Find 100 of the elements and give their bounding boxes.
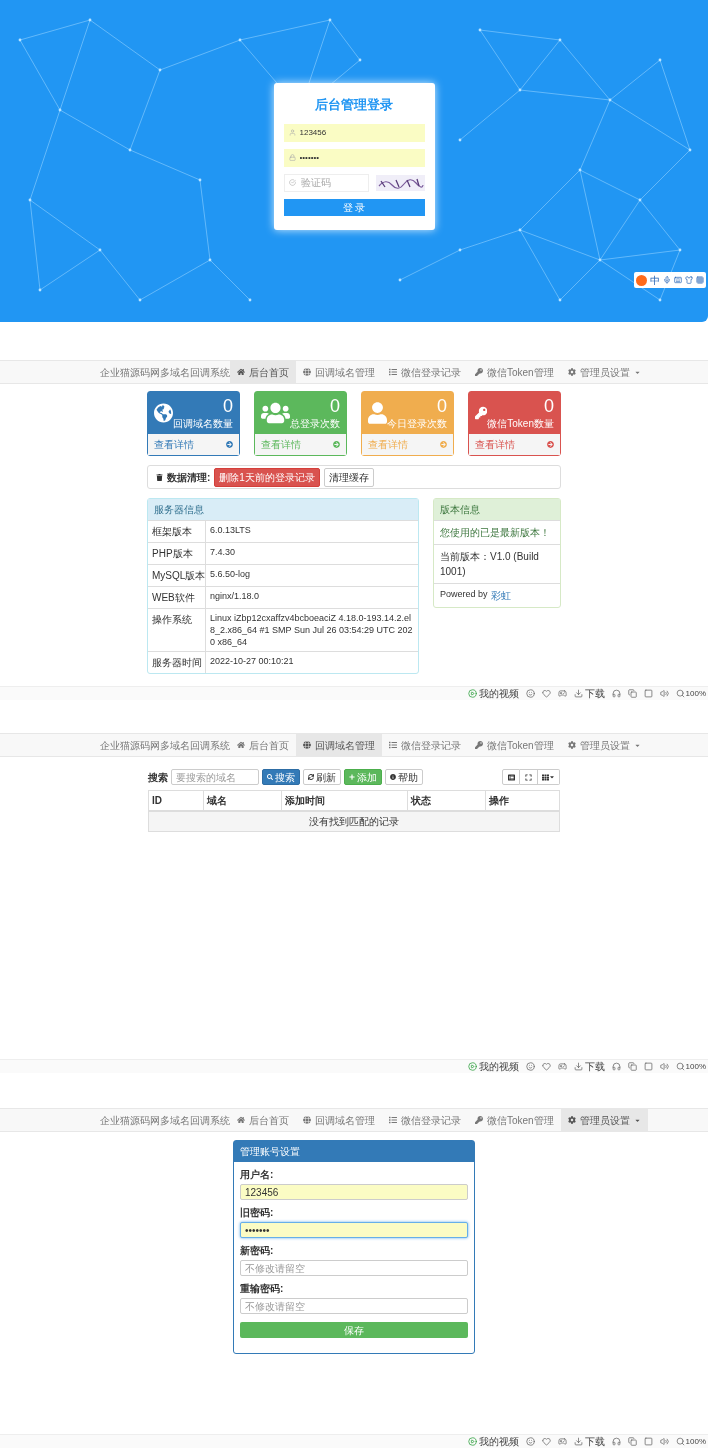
password-field[interactable]: ••••••• xyxy=(283,148,425,167)
zoom-level[interactable]: 100% xyxy=(685,1060,706,1073)
nav-tab[interactable]: 管理员设置 xyxy=(560,361,648,383)
nav-tab[interactable]: 微信登录记录 xyxy=(382,734,468,756)
brand-title[interactable]: 企业猫源码网多域名回调系统 xyxy=(0,1112,230,1128)
my-videos-link[interactable]: 我的视频 xyxy=(478,686,519,701)
face-icon[interactable] xyxy=(525,1062,535,1071)
grid-icon[interactable] xyxy=(696,276,704,284)
check-circle-icon xyxy=(288,178,296,186)
face-icon[interactable] xyxy=(525,1437,535,1446)
toolbar-button[interactable]: 搜索 xyxy=(262,769,300,785)
cleanup-button[interactable]: 删除1天前的登录记录 xyxy=(214,467,320,487)
nav-tab[interactable]: 管理员设置 xyxy=(560,734,648,756)
download-icon[interactable] xyxy=(573,1062,583,1071)
nav-tab[interactable]: 微信登录记录 xyxy=(382,1109,468,1131)
download-icon[interactable] xyxy=(573,689,583,698)
download-icon[interactable] xyxy=(573,1437,583,1446)
stat-count: 0 xyxy=(544,395,554,416)
nav-tab[interactable]: 微信Token管理 xyxy=(468,1109,561,1131)
card-view-button[interactable] xyxy=(502,769,520,785)
nav-tab[interactable]: 微信登录记录 xyxy=(382,361,468,383)
field-label: 旧密码: xyxy=(240,1206,275,1220)
cleanup-button[interactable]: 清理缓存 xyxy=(323,467,374,487)
gamepad-icon[interactable] xyxy=(557,689,567,698)
play-icon[interactable] xyxy=(467,1437,477,1446)
speaker-icon[interactable] xyxy=(659,1062,669,1071)
copy-icon[interactable] xyxy=(627,1062,637,1071)
face-icon[interactable] xyxy=(525,689,535,698)
nav-tab[interactable]: 回调域名管理 xyxy=(296,361,382,383)
nav-tab[interactable]: 微信Token管理 xyxy=(468,361,561,383)
my-videos-link[interactable]: 我的视频 xyxy=(478,1434,519,1449)
speaker-icon[interactable] xyxy=(659,1437,669,1446)
speaker-icon[interactable] xyxy=(659,689,669,698)
play-icon[interactable] xyxy=(467,1062,477,1071)
input-mode[interactable]: 中 xyxy=(650,272,660,288)
nav-icon xyxy=(303,368,311,376)
keyboard-icon[interactable] xyxy=(674,276,682,284)
nav-icon xyxy=(567,1116,576,1124)
zoom-level[interactable]: 100% xyxy=(685,1435,706,1448)
column-header: 添加时间 xyxy=(282,791,408,810)
mic-icon[interactable] xyxy=(663,276,671,284)
search-label: 搜索 xyxy=(148,770,168,785)
info-label: 服务器时间 xyxy=(148,652,206,673)
zoom-icon[interactable] xyxy=(675,689,685,698)
shirt-icon[interactable] xyxy=(685,276,693,284)
nav-icon xyxy=(237,368,245,376)
input-field[interactable]: 不修改请留空 xyxy=(240,1298,468,1314)
nav-tab[interactable]: 后台首页 xyxy=(230,361,296,383)
nav-icon xyxy=(303,1116,311,1124)
headphones-icon[interactable] xyxy=(611,1437,621,1446)
field-label: 新密码: xyxy=(240,1244,275,1258)
nav-tab[interactable]: 后台首页 xyxy=(230,734,296,756)
toolbar-button[interactable]: 帮助 xyxy=(385,769,423,785)
search-field[interactable]: 要搜索的域名 xyxy=(171,769,259,785)
brand-title[interactable]: 企业猫源码网多域名回调系统 xyxy=(0,737,230,753)
nav-tab[interactable]: 管理员设置 xyxy=(560,1109,648,1131)
nav-tab[interactable]: 回调域名管理 xyxy=(296,734,382,756)
input-field[interactable]: ••••••• xyxy=(240,1222,468,1238)
nav-tab[interactable]: 回调域名管理 xyxy=(296,1109,382,1131)
heart-icon[interactable] xyxy=(541,689,551,698)
version-number: 当前版本：V1.0 (Build 1001) xyxy=(434,544,560,583)
captcha-field[interactable]: 验证码 xyxy=(283,173,369,192)
info-label: PHP版本 xyxy=(148,543,206,564)
login-button[interactable]: 登 录 xyxy=(283,198,425,216)
download-link[interactable]: 下载 xyxy=(584,1059,605,1074)
window-icon[interactable] xyxy=(643,1437,653,1446)
headphones-icon[interactable] xyxy=(611,689,621,698)
author-link[interactable]: 彩虹 xyxy=(490,588,511,603)
nav-tab[interactable]: 后台首页 xyxy=(230,1109,296,1131)
heart-icon[interactable] xyxy=(541,1437,551,1446)
username-field[interactable]: 123456 xyxy=(283,123,425,142)
stat-count: 0 xyxy=(437,395,447,416)
nav-icon xyxy=(303,741,311,749)
download-link[interactable]: 下载 xyxy=(584,1434,605,1449)
zoom-icon[interactable] xyxy=(675,1062,685,1071)
toolbar-button[interactable]: 刷新 xyxy=(303,769,341,785)
copy-icon[interactable] xyxy=(627,689,637,698)
window-icon[interactable] xyxy=(643,689,653,698)
ime-logo-icon[interactable] xyxy=(636,274,647,286)
copy-icon[interactable] xyxy=(627,1437,637,1446)
headphones-icon[interactable] xyxy=(611,1062,621,1071)
captcha-image[interactable] xyxy=(375,174,425,191)
gamepad-icon[interactable] xyxy=(557,1062,567,1071)
button-icon xyxy=(390,774,396,780)
gamepad-icon[interactable] xyxy=(557,1437,567,1446)
nav-icon xyxy=(475,1116,483,1124)
brand-title[interactable]: 企业猫源码网多域名回调系统 xyxy=(0,364,230,380)
play-icon[interactable] xyxy=(467,689,477,698)
input-field[interactable]: 123456 xyxy=(240,1184,468,1200)
input-field[interactable]: 不修改请留空 xyxy=(240,1260,468,1276)
columns-button[interactable] xyxy=(538,769,560,785)
heart-icon[interactable] xyxy=(541,1062,551,1071)
my-videos-link[interactable]: 我的视频 xyxy=(478,1059,519,1074)
download-link[interactable]: 下载 xyxy=(584,686,605,701)
zoom-level[interactable]: 100% xyxy=(685,687,706,700)
save-button[interactable]: 保存 xyxy=(240,1322,468,1338)
zoom-icon[interactable] xyxy=(675,1437,685,1446)
window-icon[interactable] xyxy=(643,1062,653,1071)
toolbar-button[interactable]: 添加 xyxy=(344,769,382,785)
nav-tab[interactable]: 微信Token管理 xyxy=(468,734,561,756)
